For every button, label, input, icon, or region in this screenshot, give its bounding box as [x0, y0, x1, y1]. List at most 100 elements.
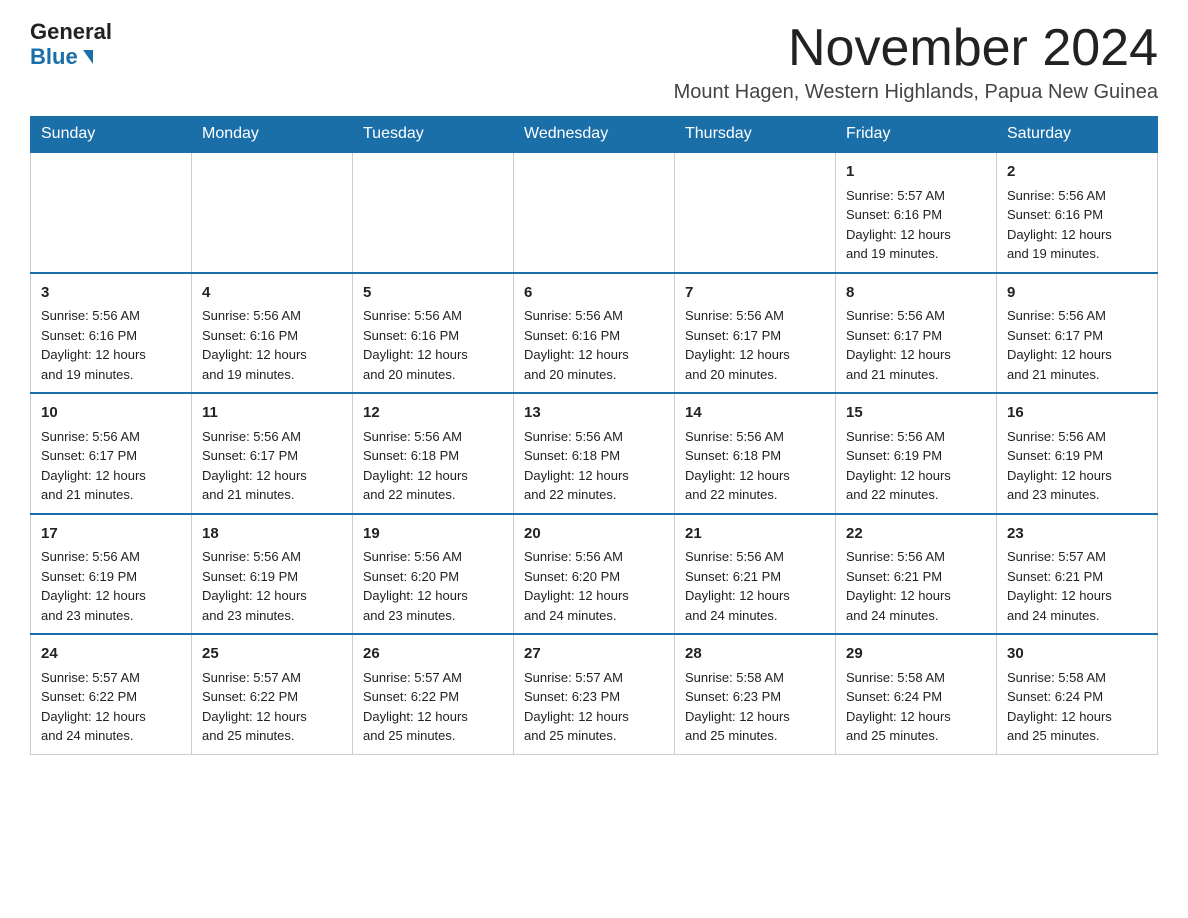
day-info: Sunrise: 5:56 AMSunset: 6:17 PMDaylight:…: [846, 306, 986, 384]
day-info: Sunrise: 5:57 AMSunset: 6:22 PMDaylight:…: [202, 668, 342, 746]
day-number: 28: [685, 643, 825, 666]
weekday-header-sunday: Sunday: [31, 117, 192, 153]
day-info: Sunrise: 5:58 AMSunset: 6:24 PMDaylight:…: [846, 668, 986, 746]
calendar-cell: 22Sunrise: 5:56 AMSunset: 6:21 PMDayligh…: [836, 514, 997, 635]
day-info: Sunrise: 5:56 AMSunset: 6:17 PMDaylight:…: [202, 427, 342, 505]
day-info: Sunrise: 5:56 AMSunset: 6:18 PMDaylight:…: [524, 427, 664, 505]
day-number: 24: [41, 643, 181, 666]
day-info: Sunrise: 5:57 AMSunset: 6:23 PMDaylight:…: [524, 668, 664, 746]
calendar-cell: 23Sunrise: 5:57 AMSunset: 6:21 PMDayligh…: [997, 514, 1158, 635]
day-info: Sunrise: 5:56 AMSunset: 6:19 PMDaylight:…: [202, 547, 342, 625]
calendar-cell: 14Sunrise: 5:56 AMSunset: 6:18 PMDayligh…: [675, 393, 836, 514]
day-number: 17: [41, 523, 181, 546]
weekday-header-saturday: Saturday: [997, 117, 1158, 153]
logo-general-text: General: [30, 20, 112, 44]
weekday-header-thursday: Thursday: [675, 117, 836, 153]
day-info: Sunrise: 5:56 AMSunset: 6:20 PMDaylight:…: [524, 547, 664, 625]
calendar-cell: 11Sunrise: 5:56 AMSunset: 6:17 PMDayligh…: [192, 393, 353, 514]
day-number: 27: [524, 643, 664, 666]
day-info: Sunrise: 5:56 AMSunset: 6:16 PMDaylight:…: [524, 306, 664, 384]
calendar-cell: 29Sunrise: 5:58 AMSunset: 6:24 PMDayligh…: [836, 634, 997, 754]
day-number: 18: [202, 523, 342, 546]
day-info: Sunrise: 5:56 AMSunset: 6:16 PMDaylight:…: [363, 306, 503, 384]
calendar-cell: 12Sunrise: 5:56 AMSunset: 6:18 PMDayligh…: [353, 393, 514, 514]
calendar-cell: 1Sunrise: 5:57 AMSunset: 6:16 PMDaylight…: [836, 152, 997, 273]
day-number: 2: [1007, 161, 1147, 184]
calendar-cell: 10Sunrise: 5:56 AMSunset: 6:17 PMDayligh…: [31, 393, 192, 514]
calendar-week-row: 17Sunrise: 5:56 AMSunset: 6:19 PMDayligh…: [31, 514, 1158, 635]
calendar-cell: 5Sunrise: 5:56 AMSunset: 6:16 PMDaylight…: [353, 273, 514, 394]
weekday-header-row: SundayMondayTuesdayWednesdayThursdayFrid…: [31, 117, 1158, 153]
calendar-cell: 4Sunrise: 5:56 AMSunset: 6:16 PMDaylight…: [192, 273, 353, 394]
calendar-week-row: 24Sunrise: 5:57 AMSunset: 6:22 PMDayligh…: [31, 634, 1158, 754]
calendar-cell: 27Sunrise: 5:57 AMSunset: 6:23 PMDayligh…: [514, 634, 675, 754]
calendar-cell: [353, 152, 514, 273]
day-info: Sunrise: 5:56 AMSunset: 6:16 PMDaylight:…: [1007, 186, 1147, 264]
day-info: Sunrise: 5:57 AMSunset: 6:22 PMDaylight:…: [363, 668, 503, 746]
weekday-header-monday: Monday: [192, 117, 353, 153]
title-block: November 2024 Mount Hagen, Western Highl…: [674, 20, 1158, 104]
day-info: Sunrise: 5:56 AMSunset: 6:17 PMDaylight:…: [685, 306, 825, 384]
calendar-cell: 15Sunrise: 5:56 AMSunset: 6:19 PMDayligh…: [836, 393, 997, 514]
calendar-cell: 24Sunrise: 5:57 AMSunset: 6:22 PMDayligh…: [31, 634, 192, 754]
calendar-cell: 26Sunrise: 5:57 AMSunset: 6:22 PMDayligh…: [353, 634, 514, 754]
calendar-week-row: 3Sunrise: 5:56 AMSunset: 6:16 PMDaylight…: [31, 273, 1158, 394]
calendar-cell: 9Sunrise: 5:56 AMSunset: 6:17 PMDaylight…: [997, 273, 1158, 394]
day-info: Sunrise: 5:57 AMSunset: 6:22 PMDaylight:…: [41, 668, 181, 746]
day-info: Sunrise: 5:56 AMSunset: 6:18 PMDaylight:…: [685, 427, 825, 505]
day-number: 7: [685, 282, 825, 305]
calendar-week-row: 10Sunrise: 5:56 AMSunset: 6:17 PMDayligh…: [31, 393, 1158, 514]
calendar-cell: 30Sunrise: 5:58 AMSunset: 6:24 PMDayligh…: [997, 634, 1158, 754]
month-title: November 2024: [674, 20, 1158, 77]
calendar-cell: 16Sunrise: 5:56 AMSunset: 6:19 PMDayligh…: [997, 393, 1158, 514]
day-info: Sunrise: 5:56 AMSunset: 6:16 PMDaylight:…: [202, 306, 342, 384]
day-number: 13: [524, 402, 664, 425]
day-info: Sunrise: 5:56 AMSunset: 6:19 PMDaylight:…: [41, 547, 181, 625]
day-number: 11: [202, 402, 342, 425]
calendar-cell: 13Sunrise: 5:56 AMSunset: 6:18 PMDayligh…: [514, 393, 675, 514]
calendar-cell: 18Sunrise: 5:56 AMSunset: 6:19 PMDayligh…: [192, 514, 353, 635]
day-info: Sunrise: 5:57 AMSunset: 6:21 PMDaylight:…: [1007, 547, 1147, 625]
day-number: 9: [1007, 282, 1147, 305]
day-number: 4: [202, 282, 342, 305]
day-info: Sunrise: 5:56 AMSunset: 6:19 PMDaylight:…: [1007, 427, 1147, 505]
day-number: 1: [846, 161, 986, 184]
day-info: Sunrise: 5:58 AMSunset: 6:23 PMDaylight:…: [685, 668, 825, 746]
calendar-cell: 8Sunrise: 5:56 AMSunset: 6:17 PMDaylight…: [836, 273, 997, 394]
page-header: General Blue November 2024 Mount Hagen, …: [30, 20, 1158, 104]
logo: General Blue: [30, 20, 112, 70]
day-info: Sunrise: 5:58 AMSunset: 6:24 PMDaylight:…: [1007, 668, 1147, 746]
day-number: 3: [41, 282, 181, 305]
calendar-cell: [514, 152, 675, 273]
day-number: 15: [846, 402, 986, 425]
day-info: Sunrise: 5:56 AMSunset: 6:19 PMDaylight:…: [846, 427, 986, 505]
calendar-cell: 3Sunrise: 5:56 AMSunset: 6:16 PMDaylight…: [31, 273, 192, 394]
day-number: 16: [1007, 402, 1147, 425]
day-info: Sunrise: 5:56 AMSunset: 6:18 PMDaylight:…: [363, 427, 503, 505]
calendar-cell: 2Sunrise: 5:56 AMSunset: 6:16 PMDaylight…: [997, 152, 1158, 273]
calendar-cell: [192, 152, 353, 273]
day-info: Sunrise: 5:56 AMSunset: 6:16 PMDaylight:…: [41, 306, 181, 384]
day-number: 6: [524, 282, 664, 305]
day-number: 29: [846, 643, 986, 666]
weekday-header-wednesday: Wednesday: [514, 117, 675, 153]
day-info: Sunrise: 5:56 AMSunset: 6:17 PMDaylight:…: [1007, 306, 1147, 384]
calendar-table: SundayMondayTuesdayWednesdayThursdayFrid…: [30, 116, 1158, 755]
weekday-header-tuesday: Tuesday: [353, 117, 514, 153]
day-number: 5: [363, 282, 503, 305]
day-number: 21: [685, 523, 825, 546]
calendar-cell: 7Sunrise: 5:56 AMSunset: 6:17 PMDaylight…: [675, 273, 836, 394]
day-number: 26: [363, 643, 503, 666]
calendar-cell: 28Sunrise: 5:58 AMSunset: 6:23 PMDayligh…: [675, 634, 836, 754]
day-number: 22: [846, 523, 986, 546]
calendar-cell: 25Sunrise: 5:57 AMSunset: 6:22 PMDayligh…: [192, 634, 353, 754]
weekday-header-friday: Friday: [836, 117, 997, 153]
calendar-week-row: 1Sunrise: 5:57 AMSunset: 6:16 PMDaylight…: [31, 152, 1158, 273]
day-number: 20: [524, 523, 664, 546]
logo-triangle-icon: [83, 50, 93, 64]
day-number: 23: [1007, 523, 1147, 546]
calendar-cell: [31, 152, 192, 273]
day-number: 30: [1007, 643, 1147, 666]
day-number: 12: [363, 402, 503, 425]
day-number: 25: [202, 643, 342, 666]
